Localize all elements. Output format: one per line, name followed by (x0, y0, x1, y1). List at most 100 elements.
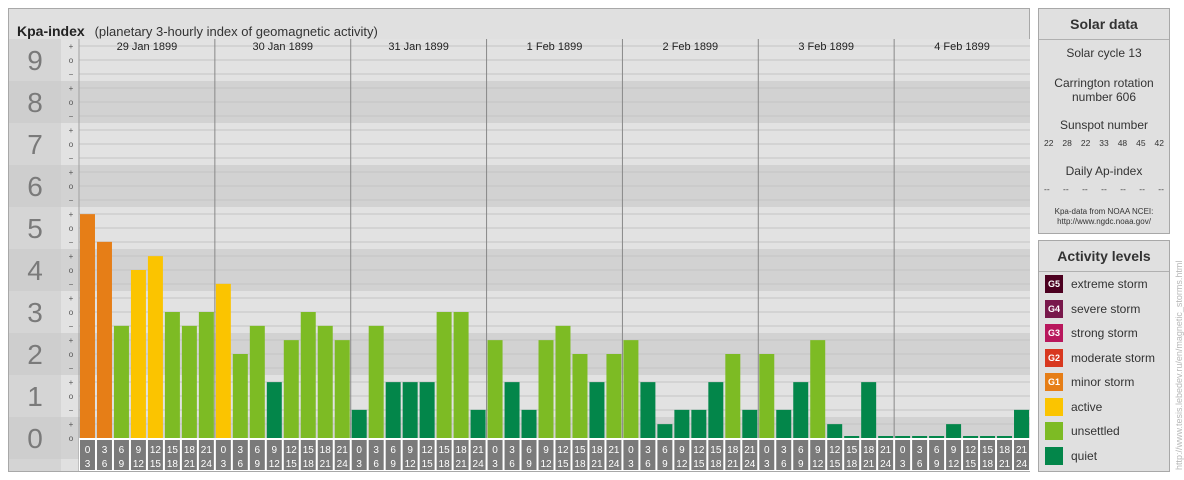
kp-bar (181, 325, 197, 438)
kp-bar (878, 436, 894, 438)
interval-start-label: 21 (880, 445, 892, 456)
minor-tick-label: o (69, 56, 74, 65)
kp-bar (606, 354, 622, 438)
kp-bar (640, 382, 656, 438)
interval-end-label: 21 (591, 459, 603, 470)
interval-end-label: 21 (456, 459, 468, 470)
y-tick-label: 8 (27, 87, 43, 118)
minor-tick-label: − (69, 364, 74, 373)
activity-level-label: minor storm (1071, 375, 1135, 389)
kp-bar (80, 214, 95, 438)
activity-levels-panel: Activity levels G5 extreme storm G4 severe … (1038, 240, 1170, 472)
day-label: 4 Feb 1899 (934, 41, 990, 53)
y-tick-label: 9 (27, 45, 43, 76)
interval-end-label: 12 (405, 459, 417, 470)
kp-bar (266, 382, 282, 438)
sunspot-title: Sunspot number (1059, 118, 1149, 132)
y-tick-label: 5 (27, 213, 43, 244)
interval-end-label: 18 (982, 459, 994, 470)
activity-levels-title: Activity levels (1039, 241, 1169, 272)
interval-end-label: 3 (900, 459, 906, 470)
sunspot-value: 22 (1080, 138, 1091, 148)
kp-bar (402, 382, 418, 438)
day-label: 2 Feb 1899 (663, 41, 719, 53)
minor-tick-label: + (69, 42, 74, 51)
interval-end-label: 9 (119, 459, 125, 470)
interval-start-label: 0 (492, 445, 498, 456)
kp-bar (215, 283, 231, 438)
ap-index-value: -- (1101, 184, 1107, 194)
interval-start-label: 3 (917, 445, 923, 456)
interval-start-label: 15 (167, 445, 179, 456)
interval-start-label: 15 (846, 445, 858, 456)
carrington-line-2: number 606 (1071, 90, 1137, 104)
minor-tick-label: o (69, 224, 74, 233)
interval-start-label: 0 (221, 445, 227, 456)
kp-bar (317, 325, 333, 438)
activity-level-label: severe storm (1071, 301, 1141, 316)
interval-end-label: 15 (286, 459, 298, 470)
kp-bar (453, 312, 469, 438)
activity-level-swatch (1045, 422, 1063, 440)
interval-start-label: 21 (744, 445, 756, 456)
ap-index-value: -- (1082, 184, 1088, 194)
kp-bar (810, 340, 826, 438)
interval-end-label: 18 (303, 459, 315, 470)
day-label: 30 Jan 1899 (253, 41, 314, 53)
minor-tick-label: − (69, 406, 74, 415)
minor-tick-label: + (69, 84, 74, 93)
kp-bar (504, 382, 520, 438)
kp-bar (623, 340, 639, 438)
interval-start-label: 9 (136, 445, 142, 456)
activity-level-swatch: G2 (1045, 348, 1063, 367)
y-tick-label: 6 (27, 171, 43, 202)
kp-bar (980, 436, 996, 438)
interval-start-label: 15 (710, 445, 722, 456)
interval-start-label: 9 (407, 445, 413, 456)
interval-start-label: 21 (201, 445, 213, 456)
activity-level-swatch: G3 (1045, 324, 1063, 342)
credit-link[interactable]: http://www.ngdc.noaa.gov/ (1039, 217, 1169, 227)
minor-tick-label: o (69, 266, 74, 275)
kp-bar (725, 354, 741, 438)
minor-tick-label: + (69, 252, 74, 261)
y-tick-label: 0 (27, 423, 43, 454)
minor-tick-label: + (69, 126, 74, 135)
y-tick-label: 7 (27, 129, 43, 160)
interval-end-label: 9 (255, 459, 261, 470)
minor-tick-label: + (69, 336, 74, 345)
kp-bar (164, 312, 180, 438)
kp-bar (130, 270, 146, 438)
kp-bar (708, 382, 724, 438)
activity-level-item: quiet (1045, 446, 1097, 465)
interval-start-label: 6 (255, 445, 261, 456)
kp-bar (300, 312, 316, 438)
kp-bar (147, 256, 163, 438)
kp-bar (538, 340, 554, 438)
kp-bar (436, 312, 452, 438)
data-credit: Kpa-data from NOAA NCEI: http://www.ngdc… (1039, 207, 1169, 227)
minor-tick-label: o (69, 434, 74, 443)
interval-start-label: 6 (390, 445, 396, 456)
interval-start-label: 6 (934, 445, 940, 456)
day-label: 31 Jan 1899 (388, 41, 449, 53)
activity-level-swatch (1045, 446, 1063, 465)
kp-bar (419, 382, 435, 438)
interval-end-label: 18 (574, 459, 586, 470)
interval-start-label: 15 (303, 445, 315, 456)
kp-bar (674, 409, 690, 438)
interval-end-label: 21 (999, 459, 1011, 470)
activity-level-item: G4 severe storm (1045, 299, 1141, 318)
kp-bar (232, 354, 248, 438)
interval-start-label: 12 (693, 445, 705, 456)
sunspot-value: 22 (1044, 138, 1054, 148)
interval-end-label: 3 (356, 459, 362, 470)
kp-bar (1014, 409, 1029, 438)
kp-bar (470, 409, 486, 438)
interval-end-label: 12 (676, 459, 688, 470)
interval-end-label: 15 (693, 459, 705, 470)
interval-end-label: 24 (744, 459, 756, 470)
interval-start-label: 3 (102, 445, 108, 456)
interval-end-label: 3 (221, 459, 227, 470)
kp-bar (487, 340, 503, 438)
